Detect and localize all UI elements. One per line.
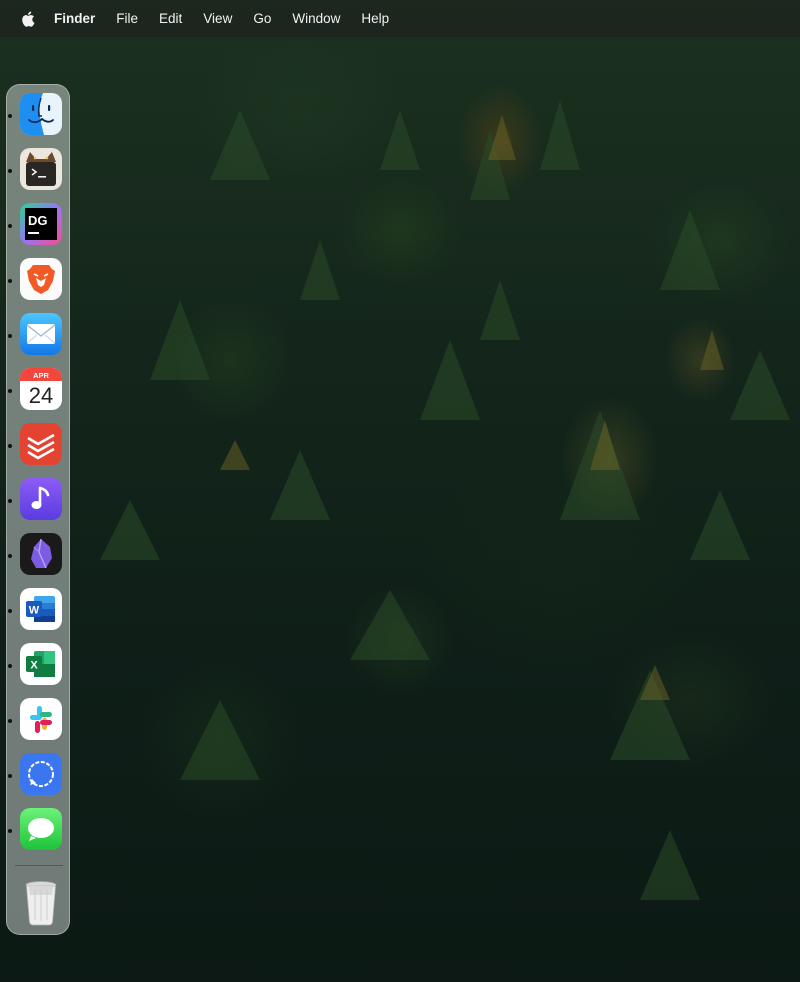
- running-indicator: [8, 719, 12, 723]
- finder-icon: [20, 93, 62, 135]
- calendar-month: APR: [33, 371, 49, 380]
- menu-edit[interactable]: Edit: [159, 11, 182, 26]
- running-indicator: [8, 664, 12, 668]
- menu-go[interactable]: Go: [253, 11, 271, 26]
- menu-bar: Finder File Edit View Go Window Help: [0, 0, 800, 37]
- dock-brave[interactable]: [20, 258, 62, 300]
- dock-excel[interactable]: X: [20, 643, 62, 685]
- running-indicator: [8, 334, 12, 338]
- dock-mail[interactable]: [20, 313, 62, 355]
- menu-help[interactable]: Help: [361, 11, 389, 26]
- brave-icon: [20, 258, 62, 300]
- dock-terminal[interactable]: [20, 148, 62, 190]
- messages-icon: [20, 808, 62, 850]
- desktop-wallpaper: [0, 0, 800, 982]
- calendar-day: 24: [29, 383, 53, 408]
- menu-app-name[interactable]: Finder: [54, 11, 95, 26]
- dock-finder[interactable]: [20, 93, 62, 135]
- calendar-icon: APR 24: [20, 368, 62, 410]
- running-indicator: [8, 444, 12, 448]
- todoist-icon: [20, 423, 62, 465]
- dock-trash[interactable]: [25, 880, 57, 926]
- running-indicator: [8, 774, 12, 778]
- running-indicator: [8, 279, 12, 283]
- music-icon: [20, 478, 62, 520]
- dock-music[interactable]: [20, 478, 62, 520]
- dock: DG APR 24 W X: [6, 84, 70, 935]
- running-indicator: [8, 609, 12, 613]
- running-indicator: [8, 499, 12, 503]
- excel-text: X: [30, 660, 38, 672]
- dock-datagrip[interactable]: DG: [20, 203, 62, 245]
- dock-messages[interactable]: [20, 808, 62, 850]
- dock-separator: [15, 865, 63, 866]
- obsidian-icon: [20, 533, 62, 575]
- dock-calendar[interactable]: APR 24: [20, 368, 62, 410]
- excel-icon: X: [20, 643, 62, 685]
- running-indicator: [8, 554, 12, 558]
- menu-file[interactable]: File: [116, 11, 138, 26]
- dock-slack[interactable]: [20, 698, 62, 740]
- dock-signal[interactable]: [20, 753, 62, 795]
- running-indicator: [8, 169, 12, 173]
- apple-menu-icon[interactable]: [20, 10, 36, 28]
- slack-icon: [20, 698, 62, 740]
- running-indicator: [8, 829, 12, 833]
- running-indicator: [8, 114, 12, 118]
- dock-word[interactable]: W: [20, 588, 62, 630]
- dock-todoist[interactable]: [20, 423, 62, 465]
- running-indicator: [8, 389, 12, 393]
- signal-icon: [20, 753, 62, 795]
- forest-texture: [100, 100, 790, 900]
- datagrip-text: DG: [28, 213, 48, 228]
- menu-view[interactable]: View: [203, 11, 232, 26]
- trash-icon: [25, 881, 57, 926]
- word-icon: W: [20, 588, 62, 630]
- word-text: W: [29, 605, 40, 617]
- menu-window[interactable]: Window: [292, 11, 340, 26]
- datagrip-icon: DG: [20, 203, 62, 245]
- running-indicator: [8, 224, 12, 228]
- terminal-icon: [20, 148, 62, 190]
- dock-obsidian[interactable]: [20, 533, 62, 575]
- mail-icon: [20, 313, 62, 355]
